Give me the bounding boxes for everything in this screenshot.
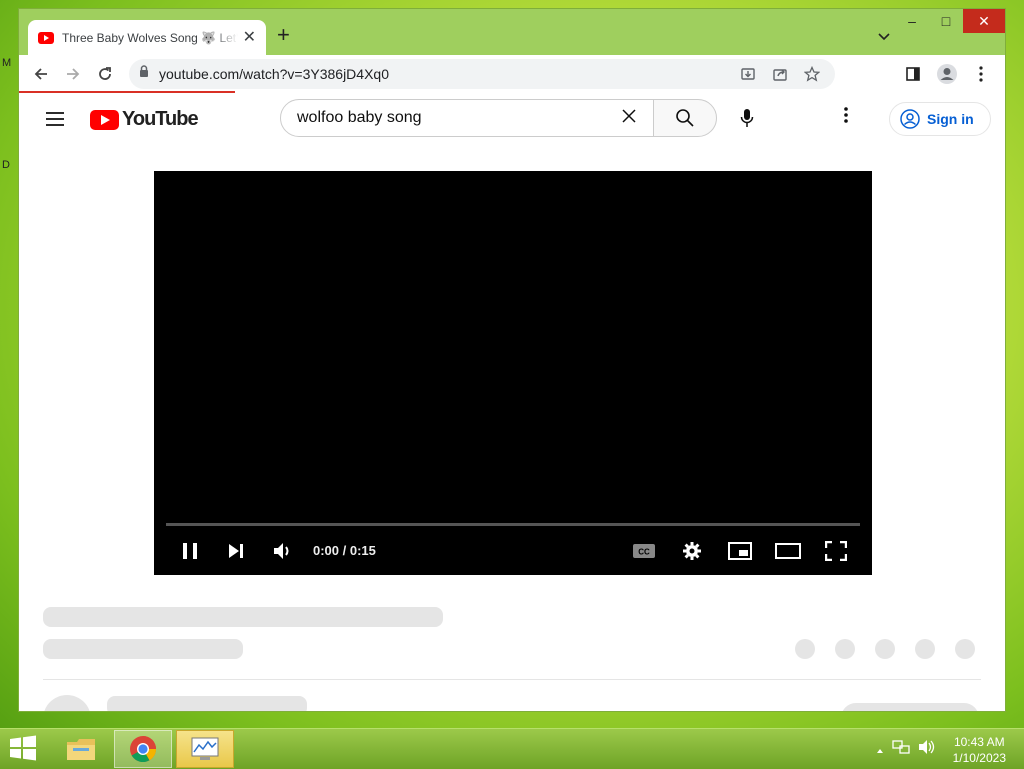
taskbar: 10:43 AM 1/10/2023 bbox=[0, 728, 1024, 769]
maximize-button[interactable]: □ bbox=[929, 9, 963, 33]
action-placeholder bbox=[875, 639, 895, 659]
back-button[interactable] bbox=[25, 58, 57, 90]
tab-close-icon[interactable]: ✕ bbox=[243, 29, 256, 46]
voice-search-button[interactable] bbox=[728, 99, 766, 137]
time-display: 0:00 / 0:15 bbox=[313, 543, 376, 558]
forward-button[interactable] bbox=[57, 58, 89, 90]
system-tray bbox=[876, 739, 936, 760]
miniplayer-icon bbox=[728, 542, 752, 560]
theater-mode-button[interactable] bbox=[774, 539, 802, 563]
video-player[interactable]: 0:00 / 0:15 CC bbox=[154, 171, 872, 575]
browser-toolbar: youtube.com/watch?v=3Y386jD4Xq0 bbox=[19, 55, 1005, 93]
browser-window: Three Baby Wolves Song 🐺 Let's Sing ✕ + … bbox=[18, 8, 1006, 712]
volume-icon bbox=[274, 543, 289, 559]
tab-strip: Three Baby Wolves Song 🐺 Let's Sing ✕ + … bbox=[19, 9, 1005, 55]
theater-mode-icon bbox=[775, 543, 801, 559]
install-icon[interactable] bbox=[735, 61, 761, 87]
file-explorer-taskbar-item[interactable] bbox=[52, 730, 110, 768]
subtitle-placeholder bbox=[43, 639, 243, 659]
content-divider bbox=[43, 679, 981, 680]
channel-placeholder bbox=[107, 696, 307, 711]
performance-monitor-taskbar-item[interactable] bbox=[176, 730, 234, 768]
clock-date: 1/10/2023 bbox=[952, 751, 1006, 765]
youtube-page: YouTube wolfoo baby song Sign in 0:00 / … bbox=[19, 93, 1005, 711]
fullscreen-button[interactable] bbox=[822, 539, 850, 563]
desktop-label-m: M bbox=[2, 57, 12, 69]
volume-tray-icon[interactable] bbox=[918, 739, 936, 760]
minimize-button[interactable]: – bbox=[895, 9, 929, 33]
microphone-icon bbox=[740, 109, 754, 127]
settings-button[interactable] bbox=[678, 539, 706, 563]
fullscreen-icon bbox=[825, 541, 847, 561]
folder-icon bbox=[67, 739, 95, 760]
desktop-label-d: D bbox=[2, 159, 10, 171]
new-tab-button[interactable]: + bbox=[277, 24, 290, 46]
next-icon bbox=[229, 544, 243, 558]
chrome-taskbar-item[interactable] bbox=[114, 730, 172, 768]
show-hidden-icons-icon[interactable] bbox=[876, 741, 884, 759]
desktop-edge-labels: M D bbox=[0, 55, 18, 175]
browser-menu-icon[interactable] bbox=[965, 58, 997, 90]
search-query: wolfoo baby song bbox=[297, 109, 422, 126]
subtitles-button[interactable]: CC bbox=[630, 539, 658, 563]
action-placeholder bbox=[795, 639, 815, 659]
tab-search-button[interactable] bbox=[878, 28, 890, 46]
volume-button[interactable] bbox=[269, 539, 297, 563]
action-placeholder bbox=[915, 639, 935, 659]
avatar-placeholder bbox=[43, 695, 91, 711]
search-icon bbox=[676, 109, 694, 127]
clock-time: 10:43 AM bbox=[953, 735, 1005, 749]
svg-text:CC: CC bbox=[638, 548, 650, 557]
progress-bar[interactable] bbox=[166, 523, 860, 526]
side-panel-icon[interactable] bbox=[897, 58, 929, 90]
monitor-chart-icon bbox=[191, 737, 219, 760]
share-icon[interactable] bbox=[767, 61, 793, 87]
youtube-favicon-icon bbox=[38, 31, 54, 44]
account-circle-icon bbox=[900, 109, 920, 129]
start-button[interactable] bbox=[8, 735, 38, 766]
network-icon[interactable] bbox=[892, 739, 910, 760]
search-input[interactable]: wolfoo baby song bbox=[280, 99, 654, 137]
youtube-logo-text: YouTube bbox=[122, 108, 199, 130]
search-button[interactable] bbox=[653, 99, 717, 137]
next-button[interactable] bbox=[222, 539, 250, 563]
guide-menu-icon[interactable] bbox=[45, 111, 65, 132]
subscribe-placeholder bbox=[841, 703, 979, 711]
windows-logo-icon bbox=[10, 735, 36, 761]
player-controls: 0:00 / 0:15 CC bbox=[154, 531, 872, 571]
youtube-play-logo-icon bbox=[90, 109, 119, 130]
profile-avatar-icon[interactable] bbox=[931, 58, 963, 90]
action-placeholder bbox=[835, 639, 855, 659]
tab-title: Three Baby Wolves Song 🐺 Let's Sing bbox=[62, 30, 238, 45]
settings-kebab-icon[interactable] bbox=[844, 106, 848, 129]
close-window-button[interactable]: ✕ bbox=[963, 9, 1005, 33]
window-controls: – □ ✕ bbox=[895, 9, 1005, 33]
clock[interactable]: 10:43 AM 1/10/2023 bbox=[953, 734, 1006, 766]
tab-youtube[interactable]: Three Baby Wolves Song 🐺 Let's Sing ✕ bbox=[28, 20, 266, 55]
action-placeholder bbox=[955, 639, 975, 659]
pause-button[interactable] bbox=[176, 539, 204, 563]
clear-search-icon[interactable] bbox=[621, 108, 637, 129]
sign-in-button[interactable]: Sign in bbox=[889, 102, 991, 136]
youtube-logo[interactable]: YouTube bbox=[90, 108, 199, 131]
chrome-icon bbox=[130, 736, 157, 763]
url-text: youtube.com/watch?v=3Y386jD4Xq0 bbox=[159, 66, 389, 82]
youtube-header: YouTube wolfoo baby song Sign in bbox=[19, 93, 1005, 149]
address-bar[interactable]: youtube.com/watch?v=3Y386jD4Xq0 bbox=[129, 59, 835, 89]
gear-icon bbox=[683, 542, 701, 560]
bookmark-star-icon[interactable] bbox=[799, 61, 825, 87]
sign-in-label: Sign in bbox=[927, 111, 974, 127]
pause-icon bbox=[183, 543, 197, 559]
title-placeholder bbox=[43, 607, 443, 627]
closed-captions-icon: CC bbox=[633, 544, 655, 558]
miniplayer-button[interactable] bbox=[726, 539, 754, 563]
reload-button[interactable] bbox=[89, 58, 121, 90]
lock-icon[interactable] bbox=[139, 65, 149, 83]
